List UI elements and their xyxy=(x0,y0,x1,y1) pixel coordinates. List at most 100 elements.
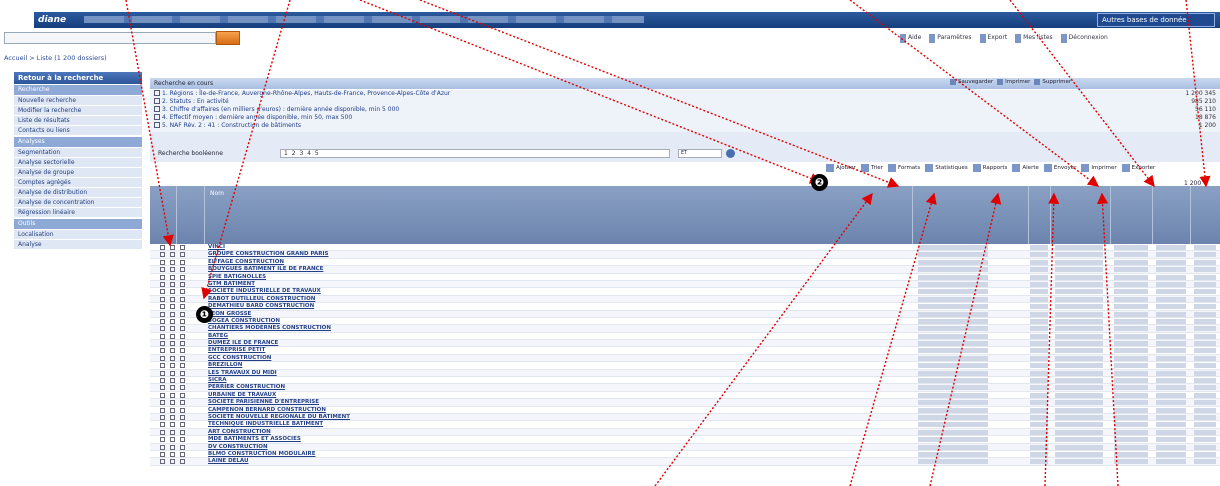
criteria-checkbox[interactable] xyxy=(154,106,160,112)
table-row[interactable]: LAINE DELAU xyxy=(150,458,1220,466)
criteria-text[interactable]: NAF Rév. 2 : 41 : Construction de bâtime… xyxy=(170,122,301,129)
results-send-button[interactable]: Envoyer xyxy=(1043,164,1076,172)
row-checkbox[interactable] xyxy=(160,459,165,465)
table-row[interactable]: PERRIER CONSTRUCTION xyxy=(150,384,1220,392)
row-checkbox[interactable] xyxy=(160,392,165,398)
row-checkbox[interactable] xyxy=(170,437,175,443)
row-checkbox[interactable] xyxy=(160,444,165,450)
row-checkbox[interactable] xyxy=(170,296,175,302)
sidebar-item[interactable]: Analyse de concentration xyxy=(14,198,142,208)
row-checkbox[interactable] xyxy=(180,363,185,369)
sidebar-item[interactable]: Analyse de groupe xyxy=(14,168,142,178)
company-name-link[interactable]: LAINE DELAU xyxy=(208,458,248,464)
table-row[interactable]: RABOT DUTILLEUL CONSTRUCTION xyxy=(150,295,1220,304)
row-checkbox[interactable] xyxy=(180,341,185,347)
row-checkbox[interactable] xyxy=(180,437,185,443)
sidebar-item[interactable]: Contacts ou liens xyxy=(14,126,142,136)
table-row[interactable]: URBAINE DE TRAVAUX xyxy=(150,392,1220,400)
operator-select[interactable]: ET xyxy=(678,149,722,158)
app-logo[interactable]: diane xyxy=(34,12,74,28)
company-name-link[interactable]: ART CONSTRUCTION xyxy=(208,429,271,435)
row-checkbox[interactable] xyxy=(170,252,175,258)
top-toolbar-item[interactable]: Paramètres xyxy=(929,34,973,43)
table-row[interactable]: SOCIETE NOUVELLE REGIONALE DU BATIMENT xyxy=(150,413,1220,422)
criteria-text[interactable]: Effectif moyen : dernière année disponib… xyxy=(170,114,353,121)
search-input[interactable] xyxy=(4,32,216,44)
row-checkbox[interactable] xyxy=(180,385,185,391)
company-name-link[interactable]: SICRA xyxy=(208,377,227,383)
results-export-button[interactable]: Exporter xyxy=(1121,164,1155,172)
company-name-link[interactable]: LEON GROSSE xyxy=(208,311,251,317)
results-statistics-button[interactable]: Statistiques xyxy=(925,164,968,172)
row-checkbox[interactable] xyxy=(180,252,185,258)
top-toolbar-item[interactable]: Mes listes xyxy=(1015,34,1055,43)
company-name-link[interactable]: GROUPE CONSTRUCTION GRAND PARIS xyxy=(208,251,328,257)
row-checkbox[interactable] xyxy=(170,304,175,310)
table-row[interactable]: SOGEA CONSTRUCTION xyxy=(150,318,1220,326)
sidebar-item[interactable]: Nouvelle recherche xyxy=(14,96,142,106)
table-row[interactable]: LEON GROSSE xyxy=(150,310,1220,318)
company-name-link[interactable]: DV CONSTRUCTION xyxy=(208,444,268,450)
table-row[interactable]: CAMPENON BERNARD CONSTRUCTION xyxy=(150,407,1220,414)
row-checkbox[interactable] xyxy=(160,289,165,295)
row-checkbox[interactable] xyxy=(180,444,185,450)
row-checkbox[interactable] xyxy=(170,407,175,413)
row-checkbox[interactable] xyxy=(180,318,185,324)
criteria-print-button[interactable]: Imprimer xyxy=(997,79,1030,85)
row-checkbox[interactable] xyxy=(170,333,175,339)
row-checkbox[interactable] xyxy=(170,245,175,250)
row-checkbox[interactable] xyxy=(160,252,165,258)
results-print-button[interactable]: Imprimer xyxy=(1081,164,1117,172)
row-checkbox[interactable] xyxy=(160,429,165,435)
sidebar-item[interactable]: Modifier la recherche xyxy=(14,106,142,116)
company-name-link[interactable]: SOCIETE INDUSTRIELLE DE TRAVAUX xyxy=(208,288,321,294)
criteria-save-button[interactable]: Sauvegarder xyxy=(950,79,993,85)
criteria-row[interactable]: 1. Régions : Île-de-France, Auvergne-Rhô… xyxy=(150,90,1220,98)
row-checkbox[interactable] xyxy=(180,289,185,295)
row-checkbox[interactable] xyxy=(180,304,185,310)
criteria-checkbox[interactable] xyxy=(154,122,160,128)
row-checkbox[interactable] xyxy=(180,378,185,384)
sidebar-item[interactable]: Régression linéaire xyxy=(14,208,142,218)
company-name-link[interactable]: BATEG xyxy=(208,333,228,339)
row-checkbox[interactable] xyxy=(180,422,185,428)
row-checkbox[interactable] xyxy=(160,414,165,420)
sidebar-item[interactable]: Segmentation xyxy=(14,148,142,158)
company-name-link[interactable]: VINCI xyxy=(208,244,225,250)
table-row[interactable]: GTM BATIMENT xyxy=(150,280,1220,289)
row-checkbox[interactable] xyxy=(180,392,185,398)
sidebar-item[interactable]: Liste de résultats xyxy=(14,116,142,126)
results-sort-button[interactable]: Trier xyxy=(860,164,883,172)
criteria-row[interactable]: 2. Statuts : En activité 985 210 xyxy=(150,98,1220,106)
row-checkbox[interactable] xyxy=(160,407,165,413)
row-checkbox[interactable] xyxy=(160,333,165,339)
criteria-text[interactable]: Chiffre d'affaires (en milliers d'euros)… xyxy=(170,106,400,113)
table-row[interactable]: SOCIETE PARISIENNE D'ENTREPRISE xyxy=(150,399,1220,407)
row-checkbox[interactable] xyxy=(170,281,175,287)
table-row[interactable]: DV CONSTRUCTION xyxy=(150,443,1220,451)
table-row[interactable]: SOCIETE INDUSTRIELLE DE TRAVAUX xyxy=(150,288,1220,296)
row-checkbox[interactable] xyxy=(180,355,185,361)
row-checkbox[interactable] xyxy=(180,370,185,376)
company-name-link[interactable]: BOUYGUES BATIMENT ILE DE FRANCE xyxy=(208,266,323,272)
row-checkbox[interactable] xyxy=(160,348,165,354)
row-checkbox[interactable] xyxy=(170,259,175,265)
criteria-row[interactable]: 4. Effectif moyen : dernière année dispo… xyxy=(150,114,1220,122)
search-button[interactable] xyxy=(216,31,240,45)
row-checkbox[interactable] xyxy=(160,355,165,361)
row-checkbox[interactable] xyxy=(160,378,165,384)
row-checkbox[interactable] xyxy=(160,422,165,428)
table-row[interactable]: GROUPE CONSTRUCTION GRAND PARIS xyxy=(150,251,1220,259)
results-add-button[interactable]: Ajouter xyxy=(826,164,856,172)
row-checkbox[interactable] xyxy=(170,414,175,420)
sidebar-item[interactable]: Localisation xyxy=(14,230,142,240)
table-row[interactable]: EIFFAGE CONSTRUCTION xyxy=(150,259,1220,267)
row-checkbox[interactable] xyxy=(180,296,185,302)
criteria-checkbox[interactable] xyxy=(154,90,160,96)
row-checkbox[interactable] xyxy=(160,281,165,287)
row-checkbox[interactable] xyxy=(180,267,185,273)
company-name-link[interactable]: PERRIER CONSTRUCTION xyxy=(208,384,285,390)
apply-icon[interactable] xyxy=(726,149,735,158)
table-row[interactable]: TECHNIQUE INDUSTRIELLE BATIMENT xyxy=(150,421,1220,429)
table-row[interactable]: ART CONSTRUCTION xyxy=(150,428,1220,437)
